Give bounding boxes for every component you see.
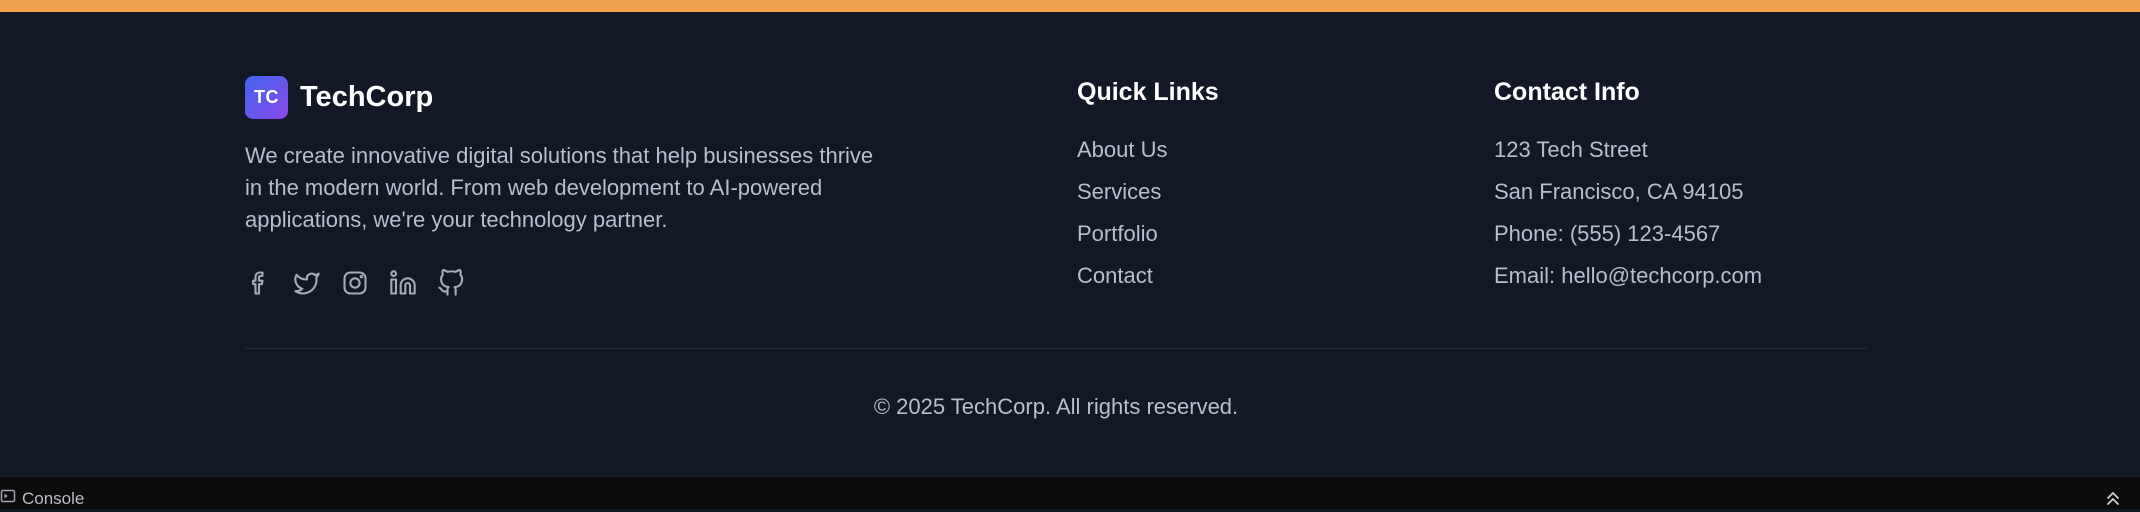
site-footer: TC TechCorp We create innovative digital…	[0, 12, 2140, 476]
footer-link-contact[interactable]: Contact	[1077, 255, 1168, 297]
facebook-icon[interactable]	[245, 269, 273, 297]
footer-divider	[245, 348, 1867, 349]
footer-link-portfolio[interactable]: Portfolio	[1077, 213, 1168, 255]
github-icon[interactable]	[437, 269, 465, 297]
quick-links-list: About Us Services Portfolio Contact	[1077, 129, 1168, 297]
contact-address: 123 Tech Street	[1494, 137, 1648, 162]
contact-info-list: 123 Tech Street San Francisco, CA 94105 …	[1494, 129, 1762, 297]
console-icon	[0, 488, 16, 509]
quick-links-title: Quick Links	[1077, 78, 1219, 106]
chevron-up-double-icon[interactable]	[2104, 489, 2122, 512]
contact-city: San Francisco, CA 94105	[1494, 179, 1744, 204]
logo-badge: TC	[245, 76, 288, 119]
twitter-icon[interactable]	[293, 269, 321, 297]
copyright-text: © 2025 TechCorp. All rights reserved.	[873, 394, 1239, 419]
console-bar: Console	[0, 476, 2140, 509]
footer-link-about-us[interactable]: About Us	[1077, 129, 1168, 171]
company-description: We create innovative digital solutions t…	[245, 143, 874, 232]
footer-brand[interactable]: TC TechCorp	[245, 76, 433, 119]
top-accent-bar	[0, 0, 2140, 12]
contact-email: Email: hello@techcorp.com	[1494, 263, 1763, 288]
console-tab[interactable]: Console	[0, 488, 84, 509]
instagram-icon[interactable]	[341, 269, 369, 297]
console-label: Console	[22, 488, 85, 508]
linkedin-icon[interactable]	[389, 269, 417, 297]
contact-phone: Phone: (555) 123-4567	[1494, 221, 1721, 246]
footer-link-services[interactable]: Services	[1077, 171, 1168, 213]
brand-name: TechCorp	[300, 81, 434, 113]
contact-info-title: Contact Info	[1494, 78, 1640, 106]
social-links	[245, 269, 485, 297]
